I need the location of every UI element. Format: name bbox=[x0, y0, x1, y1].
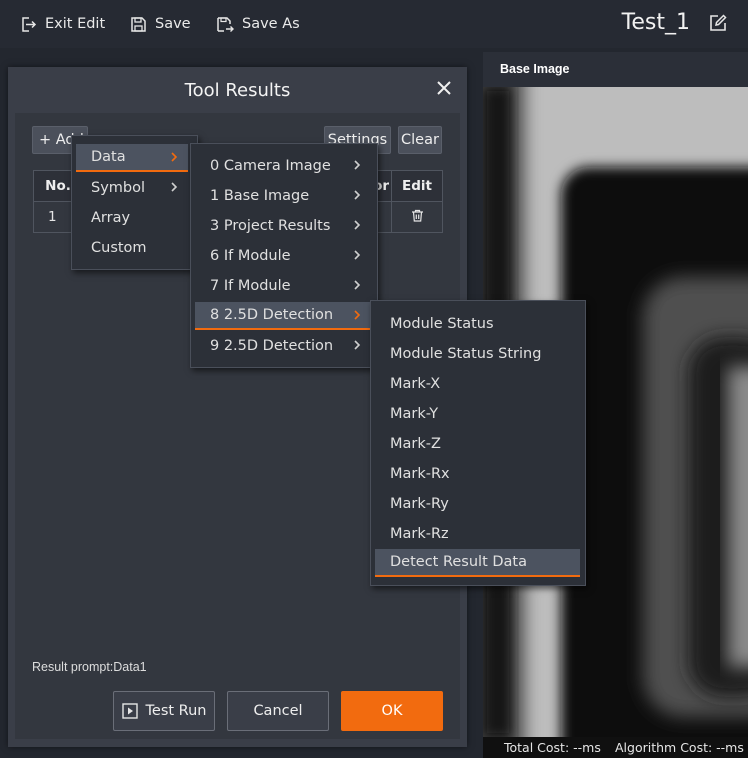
dialog-title: Tool Results bbox=[184, 80, 291, 101]
result-item-mark-ry[interactable]: Mark-Ry bbox=[375, 490, 580, 518]
test-run-label: Test Run bbox=[145, 703, 207, 719]
result-item-label: Detect Result Data bbox=[390, 554, 527, 570]
total-cost: Total Cost: --ms bbox=[504, 740, 601, 755]
image-panel-header: Base Image bbox=[483, 52, 748, 87]
menu-item-symbol-label: Symbol bbox=[91, 180, 146, 196]
menu-item-array-label: Array bbox=[91, 210, 131, 226]
clear-button[interactable]: Clear bbox=[398, 126, 442, 154]
result-item-module-status[interactable]: Module Status bbox=[375, 310, 580, 338]
chevron-right-icon bbox=[354, 190, 361, 200]
edit-title-icon[interactable] bbox=[708, 13, 728, 37]
exit-edit-label: Exit Edit bbox=[45, 16, 106, 32]
submenu-item-8-2-5d-detection[interactable]: 8 2.5D Detection bbox=[195, 302, 371, 330]
data-submenu: 0 Camera Image 1 Base Image 3 Project Re… bbox=[190, 143, 378, 368]
menu-item-custom[interactable]: Custom bbox=[76, 234, 188, 262]
project-title: Test_1 bbox=[621, 10, 690, 35]
ok-label: OK bbox=[381, 703, 403, 719]
menu-item-data[interactable]: Data bbox=[76, 144, 188, 172]
submenu-item-0-camera-image[interactable]: 0 Camera Image bbox=[195, 152, 371, 180]
result-item-label: Mark-Rz bbox=[390, 526, 449, 542]
result-item-mark-z[interactable]: Mark-Z bbox=[375, 430, 580, 458]
save-button[interactable]: Save bbox=[130, 0, 191, 48]
save-as-icon bbox=[217, 16, 234, 32]
column-header-edit: Edit bbox=[391, 170, 443, 202]
result-item-mark-rx[interactable]: Mark-Rx bbox=[375, 460, 580, 488]
submenu-item-label: 7 If Module bbox=[210, 278, 291, 294]
save-as-button[interactable]: Save As bbox=[216, 0, 300, 48]
submenu-item-label: 9 2.5D Detection bbox=[210, 338, 334, 354]
cost-status-bar: Total Cost: --ms Algorithm Cost: --ms bbox=[483, 737, 748, 758]
chevron-right-icon bbox=[354, 220, 361, 230]
delete-icon[interactable] bbox=[391, 201, 443, 233]
algorithm-cost: Algorithm Cost: --ms bbox=[615, 740, 744, 755]
chevron-right-icon bbox=[354, 310, 361, 320]
submenu-item-label: 3 Project Results bbox=[210, 218, 331, 234]
submenu-item-9-2-5d-detection[interactable]: 9 2.5D Detection bbox=[195, 332, 371, 360]
result-item-label: Mark-Ry bbox=[390, 496, 449, 512]
submenu-item-label: 1 Base Image bbox=[210, 188, 310, 204]
chevron-right-icon bbox=[354, 160, 361, 170]
ok-button[interactable]: OK bbox=[341, 691, 443, 731]
save-icon bbox=[131, 16, 146, 32]
result-item-label: Mark-Z bbox=[390, 436, 441, 452]
chevron-right-icon bbox=[171, 182, 178, 192]
cancel-label: Cancel bbox=[253, 703, 303, 719]
submenu-item-1-base-image[interactable]: 1 Base Image bbox=[195, 182, 371, 210]
result-item-label: Module Status bbox=[390, 316, 494, 332]
result-item-mark-y[interactable]: Mark-Y bbox=[375, 400, 580, 428]
detection-submenu: Module Status Module Status String Mark-… bbox=[370, 300, 586, 586]
save-label: Save bbox=[155, 16, 191, 32]
result-item-label: Module Status String bbox=[390, 346, 542, 362]
add-menu: Data Symbol Array Custom bbox=[71, 135, 198, 270]
top-toolbar: Exit Edit Save Save As Test_1 bbox=[0, 0, 748, 48]
exit-edit-button[interactable]: Exit Edit bbox=[20, 0, 105, 48]
save-as-label: Save As bbox=[242, 16, 300, 32]
submenu-item-label: 6 If Module bbox=[210, 248, 291, 264]
exit-icon bbox=[22, 16, 37, 32]
result-item-label: Mark-X bbox=[390, 376, 441, 392]
submenu-item-label: 0 Camera Image bbox=[210, 158, 331, 174]
play-icon bbox=[121, 703, 138, 719]
submenu-item-label: 8 2.5D Detection bbox=[210, 307, 334, 323]
test-run-button[interactable]: Test Run bbox=[113, 691, 215, 731]
menu-item-array[interactable]: Array bbox=[76, 204, 188, 232]
result-item-module-status-string[interactable]: Module Status String bbox=[375, 340, 580, 368]
submenu-item-3-project-results[interactable]: 3 Project Results bbox=[195, 212, 371, 240]
result-item-detect-result-data[interactable]: Detect Result Data bbox=[375, 549, 580, 577]
menu-item-data-label: Data bbox=[91, 149, 126, 165]
chevron-right-icon bbox=[354, 280, 361, 290]
menu-item-symbol[interactable]: Symbol bbox=[76, 174, 188, 202]
cancel-button[interactable]: Cancel bbox=[227, 691, 329, 731]
result-item-mark-x[interactable]: Mark-X bbox=[375, 370, 580, 398]
menu-item-custom-label: Custom bbox=[91, 240, 147, 256]
submenu-item-6-if-module[interactable]: 6 If Module bbox=[195, 242, 371, 270]
result-prompt: Result prompt:Data1 bbox=[32, 660, 147, 674]
result-item-label: Mark-Rx bbox=[390, 466, 450, 482]
result-item-label: Mark-Y bbox=[390, 406, 439, 422]
chevron-right-icon bbox=[354, 340, 361, 350]
chevron-right-icon bbox=[171, 152, 178, 162]
image-panel-title: Base Image bbox=[500, 62, 570, 76]
clear-button-label: Clear bbox=[401, 132, 439, 148]
close-icon[interactable] bbox=[437, 81, 451, 99]
submenu-item-7-if-module[interactable]: 7 If Module bbox=[195, 272, 371, 300]
chevron-right-icon bbox=[354, 250, 361, 260]
result-item-mark-rz[interactable]: Mark-Rz bbox=[375, 520, 580, 548]
